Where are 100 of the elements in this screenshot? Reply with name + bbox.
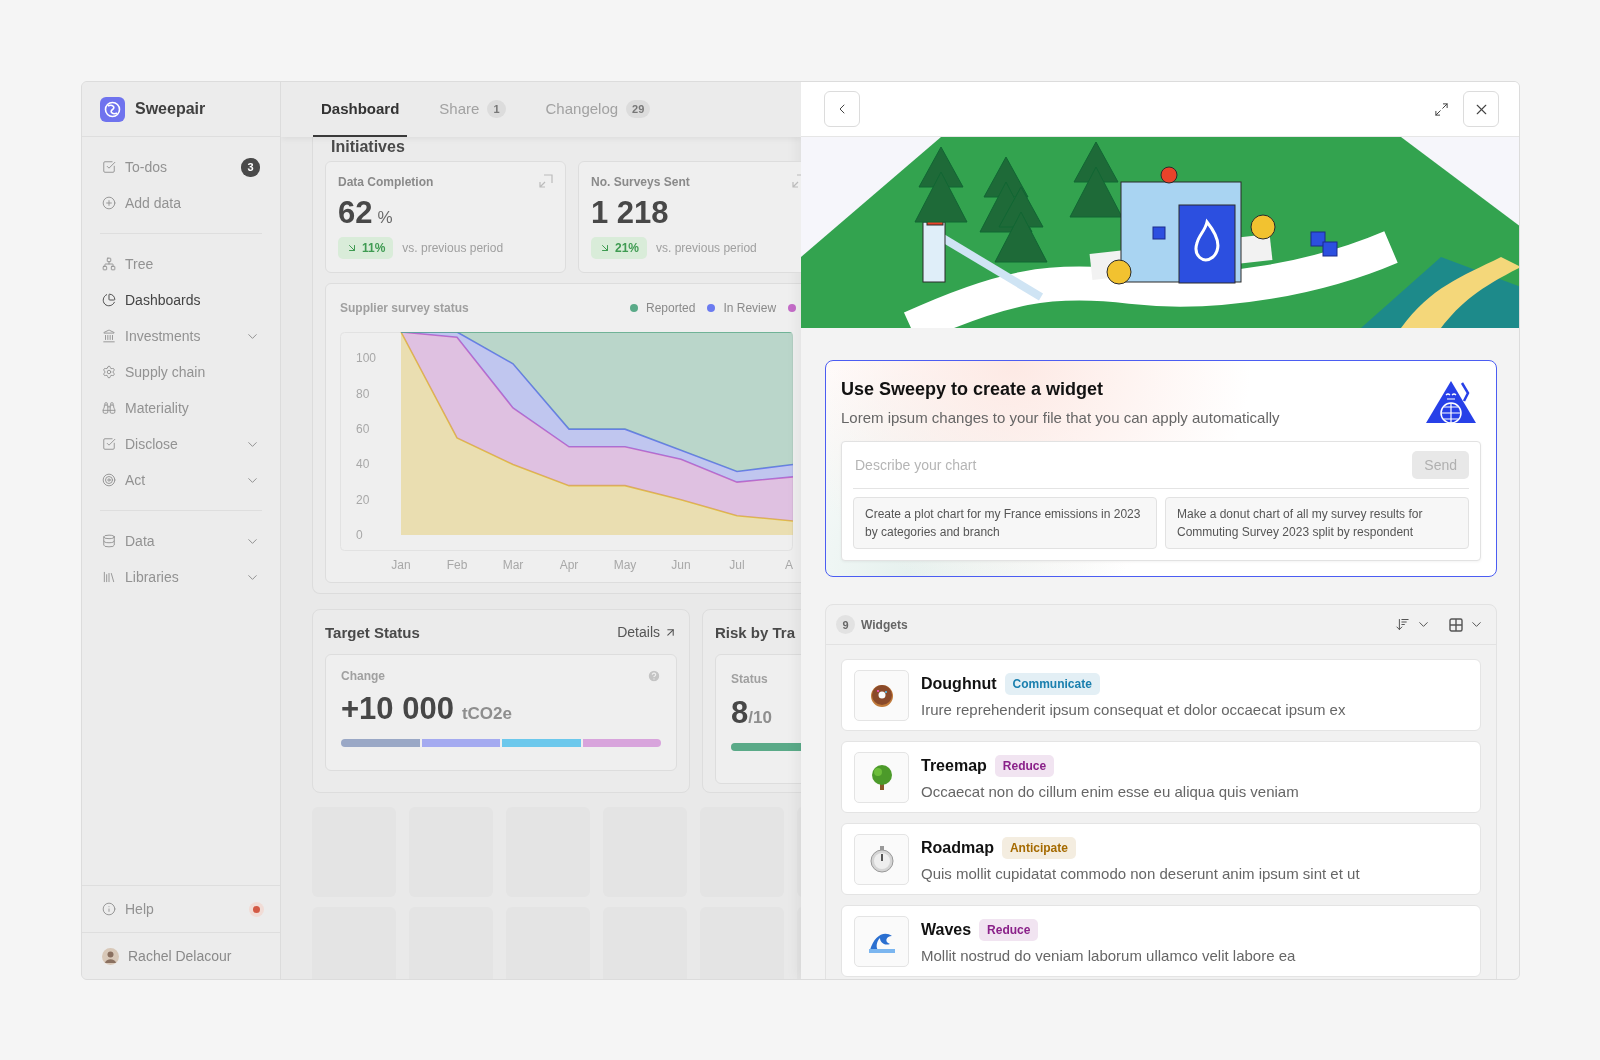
nav-icon — [102, 257, 116, 271]
nav-icon — [102, 437, 116, 451]
widget-description: Irure reprehenderit ipsum consequat et dolor occaecat ipsum ex — [921, 700, 1346, 718]
suggestion-button[interactable]: Make a donut chart of all my survey results for Commuting Survey 2023 split by respondent — [1165, 497, 1469, 549]
details-link[interactable]: Details — [617, 624, 677, 640]
nav-icon — [102, 329, 116, 343]
expand-icon — [1434, 101, 1449, 117]
widget-title: Doughnut — [921, 674, 997, 693]
x-axis-label: Mar — [502, 558, 524, 572]
legend-label: Reported — [646, 301, 696, 315]
tab[interactable]: Share 1 — [431, 82, 514, 137]
widget-count: 9 — [836, 615, 855, 634]
logo-icon — [100, 96, 125, 122]
sidebar-item[interactable]: Act — [100, 462, 262, 498]
widget-card[interactable]: Waves Reduce Mollit nostrud do veniam laborum ullamco velit labore ea — [841, 905, 1481, 977]
expand-corner-icon[interactable] — [539, 174, 553, 188]
kpi-title: Data Completion — [338, 175, 434, 189]
doughnut-icon — [868, 682, 895, 708]
arrow-down-right-icon — [599, 242, 611, 254]
close-button[interactable] — [1463, 91, 1499, 127]
x-axis-label: Feb — [446, 558, 468, 572]
sidebar-item-label: Supply chain — [125, 364, 207, 380]
brand-name: Sweepair — [135, 100, 206, 118]
sidebar-item-label: Add data — [125, 195, 183, 211]
comparison-text: vs. previous period — [656, 241, 757, 255]
nav-icon — [102, 293, 116, 307]
kpi-value: 62 — [338, 195, 373, 231]
widget-card[interactable]: Doughnut Communicate Irure reprehenderit ipsum consequat et dolor occaecat ipsum ex — [841, 659, 1481, 731]
x-axis-label: Jun — [671, 558, 691, 572]
user-item[interactable]: Rachel Delacour — [82, 932, 280, 979]
sidebar-item[interactable]: Investments — [100, 318, 262, 354]
sidebar-item-label: Dashboards — [125, 292, 202, 308]
metric-value: +10 000 — [341, 691, 454, 727]
mascot-icon — [1424, 379, 1478, 425]
arrow-down-right-icon — [346, 242, 358, 254]
count-badge: 3 — [241, 157, 260, 177]
kpi-title: No. Surveys Sent — [591, 175, 690, 189]
metric-label: Status — [731, 672, 768, 686]
metric-value: 8 — [731, 695, 749, 731]
sidebar-item-label: Act — [125, 472, 147, 488]
y-axis-label: 100 — [356, 351, 377, 366]
card-title: Target Status — [325, 623, 420, 641]
section-title: Initiatives — [330, 137, 406, 157]
avatar-icon — [102, 947, 119, 965]
sidebar-item[interactable]: Tree — [100, 246, 262, 282]
suggestion-button[interactable]: Create a plot chart for my France emissions in 2023 by categories and branch — [853, 497, 1157, 549]
help-icon[interactable] — [647, 669, 661, 683]
sidebar-item[interactable]: Add data — [100, 185, 262, 221]
sidebar-item-label: Libraries — [125, 569, 180, 585]
y-axis-label: 0 — [356, 528, 363, 543]
x-axis-label: Apr — [559, 558, 579, 572]
sidebar-item[interactable]: To-dos 3 — [100, 149, 262, 185]
prompt-input[interactable]: Describe your chart — [853, 456, 1413, 474]
sidebar-item-label: To-dos — [125, 159, 169, 175]
sidebar-item-label: Investments — [125, 328, 202, 344]
info-icon — [102, 902, 116, 916]
legend-label: In Review — [723, 301, 777, 315]
category-tag: Communicate — [1004, 672, 1100, 695]
widget-card[interactable]: Treemap Reduce Occaecat non do cillum enim esse eu aliqua quis veniam — [841, 741, 1481, 813]
assistant-subtitle: Lorem ipsum changes to your file that you can apply automatically — [841, 409, 1281, 426]
nav-icon — [102, 534, 116, 548]
user-name: Rachel Delacour — [128, 948, 232, 964]
nav-icon — [102, 570, 116, 584]
nav-icon — [102, 196, 116, 210]
y-axis-label: 60 — [356, 422, 370, 437]
help-item[interactable]: Help — [82, 885, 280, 932]
widget-title: Roadmap — [921, 838, 994, 857]
kpi-value: 1 218 — [591, 195, 669, 231]
sidebar-item[interactable]: Disclose — [100, 426, 262, 462]
category-tag: Anticipate — [1001, 836, 1076, 859]
tab-count: 1 — [487, 99, 506, 118]
tab[interactable]: Changelog 29 — [537, 82, 659, 137]
sidebar-item-label: Disclose — [125, 436, 179, 452]
x-axis-label: Jul — [729, 558, 745, 572]
nav-icon — [102, 401, 116, 415]
metric-label: Change — [341, 669, 385, 683]
sidebar-item[interactable]: Materiality — [100, 390, 262, 426]
widget-description: Quis mollit cupidatat commodo non deserunt anim ipsum sint et ut — [921, 864, 1360, 882]
card-title: Risk by Tra — [715, 623, 796, 641]
sidebar-item[interactable]: Supply chain — [100, 354, 262, 390]
sidebar-item[interactable]: Dashboards — [100, 282, 262, 318]
widget-card[interactable]: Roadmap Anticipate Quis mollit cupidatat commodo non deserunt anim ipsum sint et ut — [841, 823, 1481, 895]
chart-title: Supplier survey status — [340, 301, 470, 315]
back-button[interactable] — [824, 91, 860, 127]
y-axis-label: 20 — [356, 492, 370, 507]
assistant-title: Use Sweepy to create a widget — [841, 379, 1105, 400]
expand-button[interactable] — [1434, 101, 1449, 117]
metric-unit: tCO2e — [461, 704, 512, 724]
x-axis-label: Jan — [391, 558, 411, 572]
category-tag: Reduce — [994, 754, 1055, 777]
sidebar-item-label: Materiality — [125, 400, 190, 416]
sidebar-item[interactable]: Libraries — [100, 559, 262, 595]
help-label: Help — [125, 901, 154, 917]
y-axis-label: 40 — [356, 457, 370, 472]
stopwatch-icon — [868, 845, 895, 873]
widget-description: Mollit nostrud do veniam laborum ullamco velit labore ea — [921, 946, 1296, 964]
sidebar-item[interactable]: Data — [100, 523, 262, 559]
widgets-label: Widgets — [861, 617, 909, 632]
grid-icon — [1449, 617, 1463, 632]
change-chip: 21% — [591, 237, 648, 259]
